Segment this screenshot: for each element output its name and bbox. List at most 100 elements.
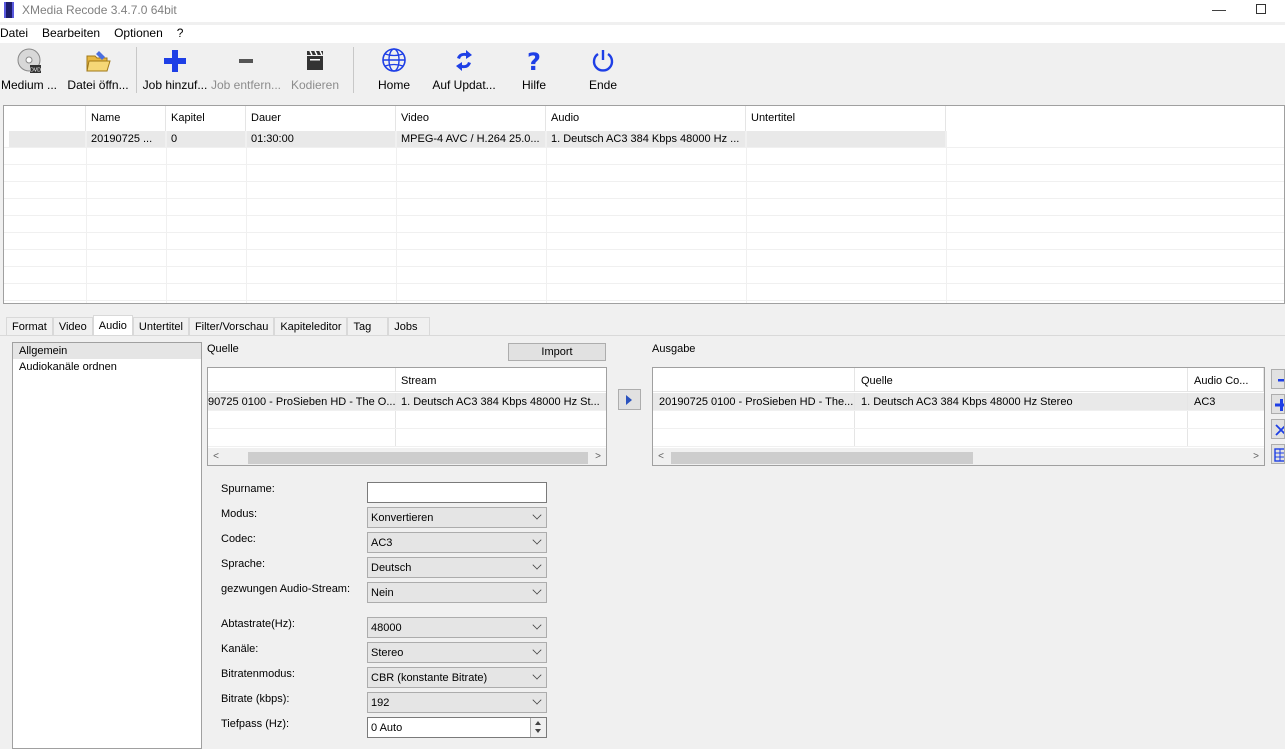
question-icon: ? [527, 48, 541, 75]
menu-help[interactable]: ? [177, 25, 184, 43]
horizontal-scrollbar[interactable]: < > [653, 448, 1264, 465]
table-cell-audio-codec: AC3 [1188, 393, 1264, 410]
minimize-button[interactable]: — [1212, 1, 1226, 19]
empty-cell [855, 429, 1188, 446]
horizontal-scrollbar[interactable]: < > [208, 448, 606, 465]
lowpass-value: 0 Auto [371, 722, 403, 734]
encode-button[interactable]: Kodieren [288, 47, 342, 99]
spin-down-icon[interactable] [535, 729, 541, 733]
codec-select[interactable]: AC3 [367, 532, 547, 553]
help-button[interactable]: ? Hilfe [514, 47, 554, 99]
column-header-source[interactable]: Quelle [855, 368, 1188, 392]
home-button[interactable]: Home [372, 47, 416, 99]
track-name-label: Spurname: [221, 483, 275, 495]
disc-icon: DVD [17, 48, 41, 74]
mode-value: Konvertieren [371, 512, 434, 524]
empty-row [208, 429, 606, 447]
exit-button[interactable]: Ende [583, 47, 623, 99]
column-header-video[interactable]: Video [396, 106, 546, 131]
stream-properties-button[interactable] [1271, 444, 1285, 464]
tab-subtitles[interactable]: Untertitel [132, 317, 189, 336]
open-disc-label: Medium ... [0, 78, 57, 92]
remove-job-button[interactable]: Job entfern... [210, 47, 282, 99]
delete-stream-button[interactable] [1271, 419, 1285, 439]
table-cell-chapter: 0 [166, 131, 246, 148]
scroll-thumb[interactable] [671, 452, 973, 464]
column-header-subtitle[interactable]: Untertitel [746, 106, 946, 131]
source-stream-grid[interactable]: Stream 90725 0100 - ProSieben HD - The O… [207, 367, 607, 466]
grid-line [946, 131, 947, 303]
codec-label: Codec: [221, 533, 256, 545]
empty-row [4, 216, 1284, 233]
tab-jobs[interactable]: Jobs [388, 317, 431, 336]
menu-bearbeiten[interactable]: Bearbeiten [42, 25, 100, 43]
scroll-right-icon[interactable]: > [1250, 451, 1262, 462]
track-name-input[interactable] [367, 482, 547, 503]
tab-tag[interactable]: Tag [347, 317, 389, 336]
tab-chapter-editor[interactable]: Kapiteleditor [274, 317, 348, 336]
lowpass-spin-buttons[interactable] [530, 718, 546, 737]
menu-datei[interactable]: Datei [0, 25, 28, 43]
table-row[interactable]: 20190725 ... 0 01:30:00 MPEG-4 AVC / H.2… [4, 131, 1284, 148]
grid-line [86, 131, 87, 303]
column-header-audio[interactable]: Audio [546, 106, 746, 131]
job-list[interactable]: Name Kapitel Dauer Video Audio Untertite… [3, 105, 1285, 304]
bitrate-select[interactable]: 192 [367, 692, 547, 713]
add-stream-button[interactable] [1271, 394, 1285, 414]
import-button[interactable]: Import [508, 343, 606, 361]
column-header-audio-codec[interactable]: Audio Co... [1188, 368, 1264, 392]
table-cell [4, 131, 86, 148]
tab-video[interactable]: Video [52, 317, 93, 336]
lowpass-stepper[interactable]: 0 Auto [367, 717, 547, 738]
column-header[interactable] [653, 368, 855, 392]
column-header[interactable] [208, 368, 396, 392]
forced-stream-label: gezwungen Audio-Stream: [221, 583, 351, 595]
column-header[interactable] [4, 106, 86, 131]
list-item-general[interactable]: Allgemein [13, 343, 201, 359]
output-stream-grid[interactable]: Quelle Audio Co... 20190725 0100 - ProSi… [652, 367, 1265, 466]
table-row[interactable]: 20190725 0100 - ProSieben HD - The... 1.… [653, 393, 1264, 411]
tab-filter-preview[interactable]: Filter/Vorschau [188, 317, 275, 336]
grid-line [396, 131, 397, 303]
menu-optionen[interactable]: Optionen [114, 25, 163, 43]
scroll-left-icon[interactable]: < [210, 451, 222, 462]
bitrate-mode-select[interactable]: CBR (konstante Bitrate) [367, 667, 547, 688]
chevron-down-icon [532, 695, 542, 705]
chevron-down-icon [532, 645, 542, 655]
toolbar-separator [136, 47, 137, 93]
column-header-chapter[interactable]: Kapitel [166, 106, 246, 131]
empty-cell [653, 429, 855, 446]
check-update-button[interactable]: Auf Updat... [430, 47, 498, 99]
tab-format[interactable]: Format [6, 317, 53, 336]
add-job-button[interactable]: Job hinzuf... [142, 47, 208, 99]
open-disc-button[interactable]: DVD Medium ... [0, 47, 58, 99]
mode-select[interactable]: Konvertieren [367, 507, 547, 528]
open-file-button[interactable]: Datei öffn... [65, 47, 131, 99]
scroll-thumb[interactable] [248, 452, 588, 464]
table-cell-source-file: 90725 0100 - ProSieben HD - The O... [208, 393, 396, 410]
table-row[interactable]: 90725 0100 - ProSieben HD - The O... 1. … [208, 393, 606, 411]
add-to-output-button[interactable] [618, 389, 641, 410]
empty-row [653, 429, 1264, 447]
column-header-name[interactable]: Name [86, 106, 166, 131]
list-item-channel-order[interactable]: Audiokanäle ordnen [13, 359, 201, 375]
maximize-button[interactable] [1256, 4, 1266, 14]
menu-bar: Datei Bearbeiten Optionen ? [0, 25, 1285, 43]
spin-up-icon[interactable] [535, 721, 541, 725]
tab-audio[interactable]: Audio [92, 315, 133, 336]
column-header-stream[interactable]: Stream [395, 368, 606, 392]
column-header-duration[interactable]: Dauer [246, 106, 396, 131]
forced-stream-select[interactable]: Nein [367, 582, 547, 603]
chevron-down-icon [532, 585, 542, 595]
tab-bar: Format Video Audio Untertitel Filter/Vor… [6, 315, 431, 336]
sample-rate-select[interactable]: 48000 [367, 617, 547, 638]
chevron-down-icon [532, 670, 542, 680]
remove-stream-button[interactable] [1271, 369, 1285, 389]
channels-select[interactable]: Stereo [367, 642, 547, 663]
scroll-left-icon[interactable]: < [655, 451, 667, 462]
audio-settings-list[interactable]: Allgemein Audiokanäle ordnen [12, 342, 202, 749]
empty-row [4, 148, 1284, 165]
language-select[interactable]: Deutsch [367, 557, 547, 578]
scroll-right-icon[interactable]: > [592, 451, 604, 462]
exit-label: Ende [588, 78, 618, 92]
